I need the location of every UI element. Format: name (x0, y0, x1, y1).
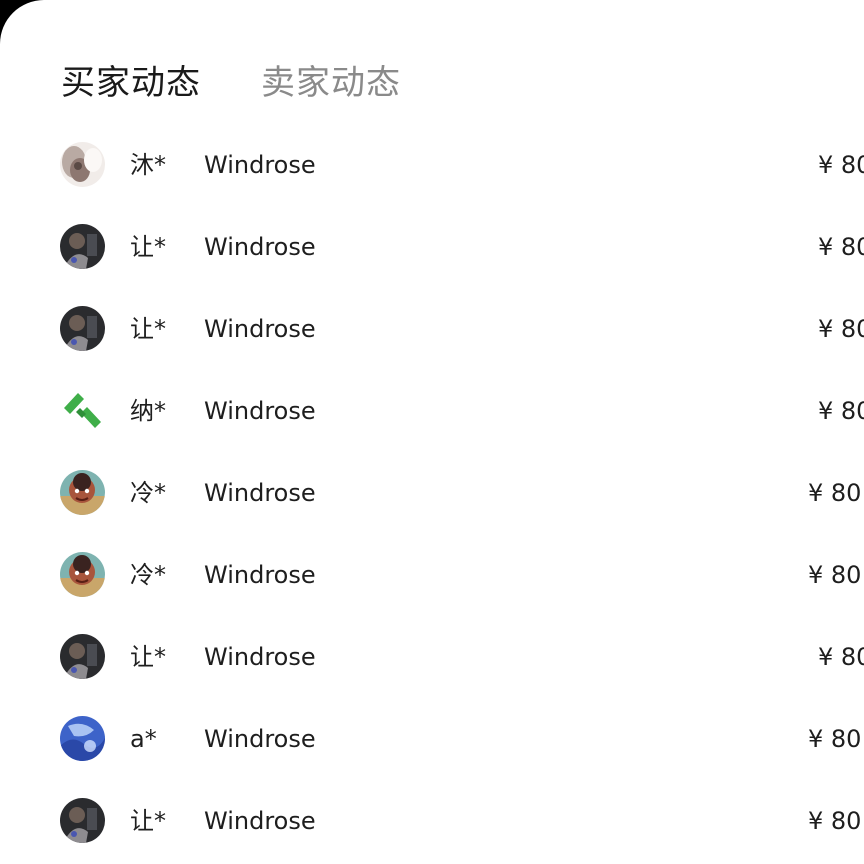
list-item[interactable]: 沐* Windrose ¥ 80 (0, 124, 864, 206)
buyer-name: 冷* (130, 479, 166, 507)
avatar-cartoon-icon (60, 470, 105, 515)
product-name: Windrose (204, 807, 316, 835)
list-item[interactable]: a* Windrose ¥ 80. (0, 698, 864, 780)
avatar-dark-photo-icon (60, 798, 105, 843)
buyer-name: a* (130, 725, 157, 753)
buyer-name: 让* (130, 315, 166, 343)
buyer-name: 沐* (130, 151, 166, 179)
list-item[interactable]: 冷* Windrose ¥ 80. (0, 534, 864, 616)
price: ¥ 80. (808, 725, 864, 753)
product-name: Windrose (204, 151, 316, 179)
price: ¥ 80. (808, 807, 864, 835)
avatar-blue-icon (60, 716, 105, 761)
avatar-dark-photo-icon (60, 224, 105, 269)
price: ¥ 80 (818, 233, 864, 261)
list-item[interactable]: 让* Windrose ¥ 80 (0, 288, 864, 370)
avatar-portrait-light-icon (60, 142, 105, 187)
buyer-name: 纳* (130, 397, 166, 425)
price: ¥ 80 (818, 151, 864, 179)
product-name: Windrose (204, 561, 316, 589)
product-name: Windrose (204, 233, 316, 261)
price: ¥ 80. (808, 561, 864, 589)
tab-buyer-activity[interactable]: 买家动态 (61, 60, 201, 106)
price: ¥ 80. (808, 479, 864, 507)
buyer-name: 让* (130, 643, 166, 671)
product-name: Windrose (204, 643, 316, 671)
price: ¥ 80 (818, 315, 864, 343)
green-logo-icon (60, 388, 105, 433)
avatar-dark-photo-icon (60, 634, 105, 679)
product-name: Windrose (204, 315, 316, 343)
tab-seller-activity[interactable]: 卖家动态 (261, 60, 401, 106)
list-item[interactable]: 让* Windrose ¥ 80. (0, 780, 864, 862)
buyer-name: 冷* (130, 561, 166, 589)
avatar-dark-photo-icon (60, 306, 105, 351)
product-name: Windrose (204, 397, 316, 425)
list-item[interactable]: 让* Windrose ¥ 80 (0, 616, 864, 698)
buyer-name: 让* (130, 233, 166, 261)
price: ¥ 80 (818, 643, 864, 671)
activity-sheet: 买家动态 卖家动态 沐* Windrose ¥ 80 让* Windrose ¥… (0, 0, 864, 864)
product-name: Windrose (204, 725, 316, 753)
list-item[interactable]: 冷* Windrose ¥ 80. (0, 452, 864, 534)
list-item[interactable]: 纳* Windrose ¥ 80 (0, 370, 864, 452)
activity-list: 沐* Windrose ¥ 80 让* Windrose ¥ 80 让* Win… (0, 124, 864, 862)
product-name: Windrose (204, 479, 316, 507)
tab-bar: 买家动态 卖家动态 (61, 60, 401, 106)
buyer-name: 让* (130, 807, 166, 835)
price: ¥ 80 (818, 397, 864, 425)
avatar-cartoon-icon (60, 552, 105, 597)
list-item[interactable]: 让* Windrose ¥ 80 (0, 206, 864, 288)
